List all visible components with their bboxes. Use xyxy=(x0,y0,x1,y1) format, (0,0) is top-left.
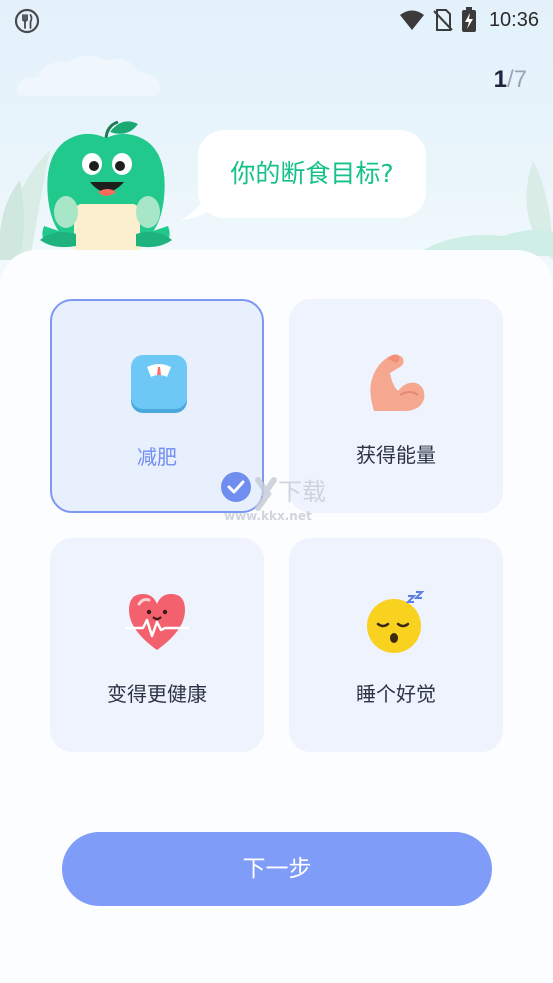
watermark-logo: 下载 www.kkx.net xyxy=(224,477,326,523)
option-label: 变得更健康 xyxy=(107,682,207,706)
battery-charging-icon xyxy=(461,7,476,32)
progress-separator: / xyxy=(506,66,514,93)
speech-bubble: 你的断食目标? xyxy=(198,130,426,218)
option-label: 减肥 xyxy=(137,445,177,469)
step-progress: 1/7 xyxy=(494,66,527,94)
heartbeat-icon xyxy=(125,594,189,650)
apple-mascot-icon xyxy=(40,120,172,266)
option-card-sleep-well[interactable]: 睡个好觉 xyxy=(289,538,503,752)
option-card-healthier[interactable]: 变得更健康 xyxy=(50,538,264,752)
fork-knife-icon xyxy=(14,8,40,34)
progress-current: 1 xyxy=(493,66,507,93)
question-text: 你的断食目标? xyxy=(230,159,394,188)
watermark-url: www.kkx.net xyxy=(224,509,312,523)
status-bar: 10:36 xyxy=(0,0,553,40)
cloud-decoration xyxy=(16,55,160,96)
scale-icon xyxy=(131,355,187,413)
progress-total: 7 xyxy=(513,66,527,93)
watermark-text: 下载 xyxy=(278,478,326,506)
flexed-biceps-icon xyxy=(370,354,425,411)
option-label: 获得能量 xyxy=(356,443,436,467)
no-sim-icon xyxy=(433,9,453,31)
status-time: 10:36 xyxy=(488,8,539,31)
option-label: 睡个好觉 xyxy=(356,682,436,706)
next-step-button[interactable]: 下一步 xyxy=(62,832,492,906)
sleeping-face-icon xyxy=(367,591,425,653)
wifi-icon xyxy=(399,10,424,30)
